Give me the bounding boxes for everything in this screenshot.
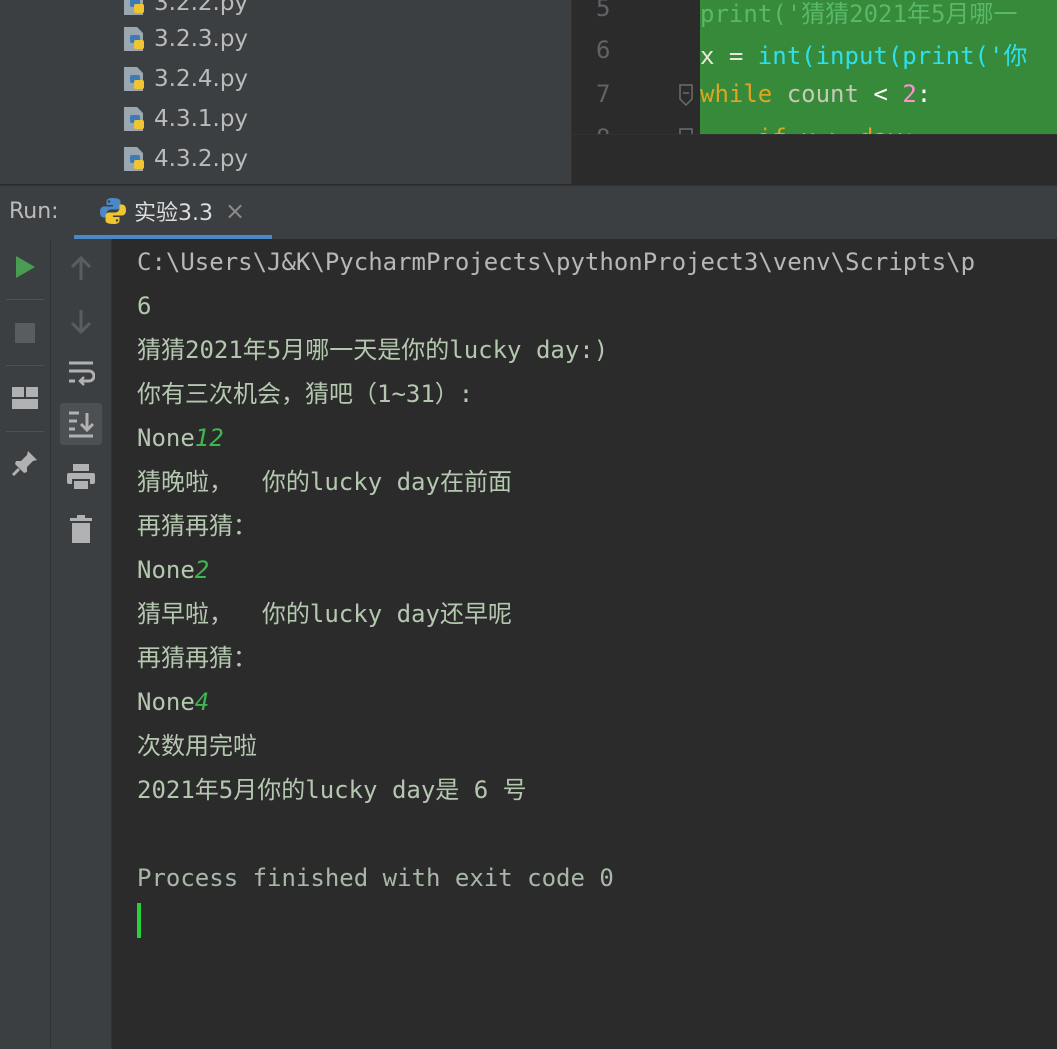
console-line: 再猜再猜： [137, 644, 257, 672]
print-button[interactable] [65, 461, 97, 493]
user-input: 12 [194, 424, 224, 452]
user-input: 4 [194, 688, 210, 716]
toolbar-separator [6, 299, 44, 300]
python-file-icon [121, 25, 149, 53]
close-tab-icon[interactable]: × [225, 197, 245, 225]
pin-icon [11, 451, 37, 477]
line-number: 5 [596, 0, 611, 22]
editor-bottom-bar [572, 134, 1057, 184]
console-output[interactable]: C:\Users\J&K\PycharmProjects\pythonProje… [112, 239, 1057, 1049]
scroll-to-end-icon [69, 411, 95, 438]
scroll-up-button[interactable] [65, 253, 97, 285]
code-token: < [873, 80, 903, 108]
console-line: None4 [137, 687, 209, 717]
pin-tab-button[interactable] [9, 447, 41, 479]
file-label: 4.3.1.py [154, 106, 249, 132]
console-text: None [137, 556, 195, 584]
python-file-icon [121, 105, 149, 133]
rerun-button[interactable] [9, 251, 41, 283]
code-token: : [916, 80, 932, 108]
soft-wrap-icon [69, 361, 95, 386]
file-item-3-2-2[interactable]: 3.2.2.py [121, 0, 248, 20]
code-line: x = int(input(print('你 [700, 36, 1027, 71]
python-file-icon [121, 145, 149, 173]
run-toolbar-right [51, 239, 112, 1049]
line-number: 6 [596, 36, 611, 64]
file-label: 4.3.2.py [154, 146, 249, 172]
file-item-4-3-2[interactable]: 4.3.2.py [121, 142, 248, 176]
console-line: 猜猜2021年5月哪一天是你的lucky day:) [137, 336, 609, 364]
console-line: None2 [137, 555, 209, 585]
arrow-down-icon [70, 310, 92, 334]
console-text: None [137, 688, 195, 716]
code-line: while count < 2: [700, 80, 931, 108]
console-line: 2021年5月你的lucky day是 6 号 [137, 776, 527, 804]
file-label: 3.2.2.py [154, 0, 249, 16]
console-line: None12 [137, 423, 224, 453]
run-toolbar-left [0, 239, 51, 1049]
print-icon [67, 464, 95, 491]
run-tab[interactable]: 实验3.3 × [74, 186, 272, 239]
layout-icon [12, 387, 38, 409]
line-number: 7 [596, 80, 611, 108]
soft-wrap-button[interactable] [65, 357, 97, 389]
code-token: x = [700, 42, 758, 70]
console-line: 你有三次机会，猜吧（1~31）: [137, 380, 474, 408]
code-token: while [700, 80, 787, 108]
console-text: None [137, 424, 195, 452]
code-token: int(input(print('你 [757, 42, 1028, 70]
clear-all-button[interactable] [65, 513, 97, 545]
play-icon [16, 256, 35, 278]
highlighted-code-block: print('猜猜2021年5月哪一 x = int(input(print('… [700, 0, 1057, 135]
stop-icon [15, 323, 35, 343]
file-label: 3.2.3.py [154, 26, 249, 52]
console-line: 次数用完啦 [137, 732, 257, 760]
toolbar-separator [6, 431, 44, 432]
console-line: 猜早啦， 你的lucky day还早呢 [137, 600, 512, 628]
console-command-line: C:\Users\J&K\PycharmProjects\pythonProje… [137, 248, 976, 276]
code-token: 2 [902, 80, 917, 108]
console-line: 再猜再猜： [137, 512, 257, 540]
file-item-3-2-4[interactable]: 3.2.4.py [121, 62, 248, 96]
scroll-down-button[interactable] [65, 305, 97, 337]
arrow-up-icon [70, 256, 92, 280]
user-input: 2 [194, 556, 210, 584]
process-finished-line: Process finished with exit code 0 [137, 864, 614, 892]
code-line: print('猜猜2021年5月哪一 [700, 0, 1018, 28]
run-tab-label: 实验3.3 [134, 200, 213, 226]
code-editor[interactable]: 5 6 7 8 print('猜猜2021年5月哪一 x = int(input… [572, 0, 1057, 184]
trash-icon [70, 515, 92, 543]
console-line: 6 [137, 292, 152, 320]
stop-button[interactable] [9, 317, 41, 349]
run-label: Run: [9, 199, 59, 224]
layout-button[interactable] [9, 382, 41, 414]
file-item-3-2-3[interactable]: 3.2.3.py [121, 22, 248, 56]
file-label: 3.2.4.py [154, 66, 249, 92]
fold-marker-icon[interactable] [678, 84, 694, 106]
project-tree: 3.2.2.py 3.2.3.py 3.2.4.py 4.3.1.py 4.3.… [0, 0, 571, 184]
python-icon [98, 196, 128, 226]
python-file-icon [121, 65, 149, 93]
file-item-4-3-1[interactable]: 4.3.1.py [121, 102, 248, 136]
run-tool-window-header: Run: 实验3.3 × [0, 185, 1057, 240]
toolbar-separator [6, 365, 44, 366]
python-file-icon [121, 0, 149, 17]
code-token: count [786, 80, 874, 108]
console-line: 猜晚啦， 你的lucky day在前面 [137, 468, 512, 496]
console-caret [137, 903, 141, 938]
scroll-to-end-button[interactable] [60, 403, 102, 445]
